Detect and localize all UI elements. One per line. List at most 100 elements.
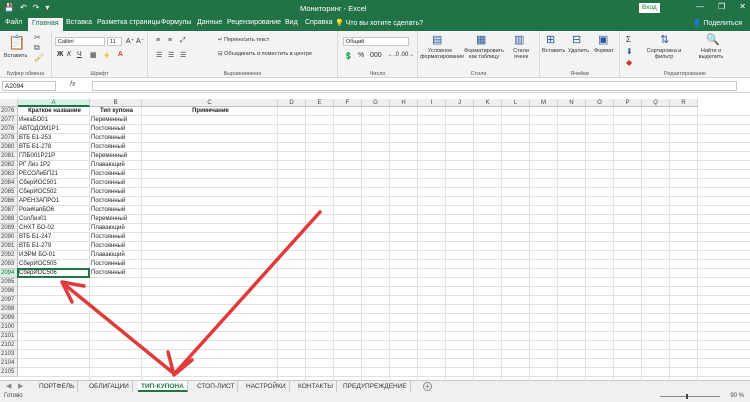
name-box[interactable]: A2094 bbox=[2, 81, 56, 91]
save-icon[interactable]: 💾 bbox=[4, 3, 14, 12]
row-header[interactable]: 2080 bbox=[0, 143, 18, 152]
align-center-icon[interactable]: ☰ bbox=[168, 51, 174, 59]
zoom-level[interactable]: 90 % bbox=[730, 393, 744, 399]
formula-input[interactable] bbox=[92, 81, 737, 91]
row-header[interactable]: 2092 bbox=[0, 251, 18, 260]
merge-center-button[interactable]: ⊟ Объединить и поместить в центре bbox=[218, 51, 312, 57]
restore-button[interactable]: ❐ bbox=[718, 2, 725, 11]
cell-short-name[interactable]: РозиКапБО6 bbox=[18, 206, 90, 215]
next-sheet-icon[interactable]: ▶ bbox=[18, 382, 23, 390]
row-header[interactable]: 2082 bbox=[0, 161, 18, 170]
cell-coupon-type[interactable]: Переменный bbox=[90, 152, 142, 161]
customize-icon[interactable]: ▾ bbox=[45, 3, 49, 12]
column-header-j[interactable]: J bbox=[446, 99, 474, 107]
align-middle-icon[interactable]: ≡ bbox=[168, 37, 172, 44]
cell-short-name[interactable]: РГ Лиз 1Р2 bbox=[18, 161, 90, 170]
row-header[interactable]: 2091 bbox=[0, 242, 18, 251]
row-header[interactable]: 2086 bbox=[0, 197, 18, 206]
redo-icon[interactable]: ↷ bbox=[33, 3, 40, 12]
row-header[interactable]: 2103 bbox=[0, 350, 18, 359]
cell-coupon-type[interactable]: Постоянный bbox=[90, 134, 142, 143]
zoom-slider[interactable] bbox=[660, 396, 720, 397]
find-select-button[interactable]: Найти и выделить bbox=[694, 48, 728, 60]
wrap-text-button[interactable]: ↵ Переносить текст bbox=[218, 37, 269, 43]
column-header-f[interactable]: F bbox=[334, 99, 362, 107]
tab-insert[interactable]: Вставка bbox=[66, 19, 92, 26]
row-header[interactable]: 2083 bbox=[0, 170, 18, 179]
cell-short-name[interactable]: ВТБ Б1-253 bbox=[18, 134, 90, 143]
fill-color-icon[interactable]: ◈ bbox=[104, 51, 109, 59]
sort-filter-icon[interactable]: ⇅ bbox=[660, 33, 669, 46]
increase-decimal-icon[interactable]: ←.0 bbox=[388, 52, 399, 58]
row-header[interactable]: 2102 bbox=[0, 341, 18, 350]
font-name-select[interactable]: Calibri bbox=[55, 37, 105, 46]
shrink-font-icon[interactable]: A⁻ bbox=[136, 37, 144, 45]
cell-short-name[interactable]: ГПБ001Р21Р bbox=[18, 152, 90, 161]
sort-filter-button[interactable]: Сортировка и фильтр bbox=[642, 48, 686, 60]
number-format-select[interactable]: Общий bbox=[343, 37, 409, 46]
close-button[interactable]: ✕ bbox=[739, 2, 746, 11]
cell-coupon-type[interactable]: Постоянный bbox=[90, 188, 142, 197]
cell-short-name[interactable]: РЕСОЛиБП21 bbox=[18, 170, 90, 179]
sheet-tab-coupon-type[interactable]: ТИП-КУПОНА bbox=[138, 381, 188, 392]
cell-coupon-type[interactable]: Постоянный bbox=[90, 125, 142, 134]
cell-coupon-type[interactable]: Плавающий bbox=[90, 251, 142, 260]
row-header[interactable]: 2098 bbox=[0, 305, 18, 314]
zoom-slider-knob[interactable] bbox=[686, 394, 688, 399]
italic-button[interactable]: К bbox=[67, 51, 71, 58]
insert-cells-icon[interactable]: ⊞ bbox=[546, 33, 555, 46]
row-header[interactable]: 2095 bbox=[0, 278, 18, 287]
cell-short-name[interactable]: ВТБ Б1-279 bbox=[18, 242, 90, 251]
sheet-tab-settings[interactable]: НАСТРОЙКИ bbox=[243, 381, 290, 392]
row-header[interactable]: 2081 bbox=[0, 152, 18, 161]
cell-coupon-type[interactable]: Постоянный bbox=[90, 269, 142, 278]
sheet-tab-stop-list[interactable]: СТОП-ЛИСТ bbox=[194, 381, 239, 392]
font-size-select[interactable]: 11 bbox=[107, 37, 122, 46]
row-header[interactable]: 2087 bbox=[0, 206, 18, 215]
column-header-e[interactable]: E bbox=[306, 99, 334, 107]
cell-coupon-type[interactable]: Переменный bbox=[90, 215, 142, 224]
column-header-a[interactable]: A bbox=[18, 99, 90, 107]
cell-short-name[interactable]: СолЛиз01 bbox=[18, 215, 90, 224]
tab-view[interactable]: Вид bbox=[285, 19, 298, 26]
tab-page-layout[interactable]: Разметка страницы bbox=[97, 19, 161, 26]
copy-icon[interactable]: ⧉ bbox=[34, 43, 40, 53]
tell-me-search[interactable]: 💡 Что вы хотите сделать? bbox=[335, 19, 423, 27]
paste-button[interactable]: Вставить bbox=[4, 53, 27, 59]
cut-icon[interactable]: ✂ bbox=[34, 33, 41, 42]
cell-coupon-type[interactable]: Постоянный bbox=[90, 179, 142, 188]
bold-button[interactable]: Ж bbox=[57, 51, 63, 58]
column-header-n[interactable]: N bbox=[558, 99, 586, 107]
cell-short-name[interactable]: ВТБ Б1-278 bbox=[18, 143, 90, 152]
tab-formulas[interactable]: Формулы bbox=[161, 19, 191, 26]
cell-coupon-type[interactable]: Постоянный bbox=[90, 143, 142, 152]
column-header-o[interactable]: O bbox=[586, 99, 614, 107]
conditional-formatting-button[interactable]: Условное форматирование bbox=[420, 48, 464, 60]
comma-style-icon[interactable]: 000 bbox=[370, 52, 382, 59]
paste-icon[interactable]: 📋 bbox=[8, 34, 25, 51]
column-header-m[interactable]: M bbox=[530, 99, 558, 107]
cell-short-name[interactable]: ВТБ Б1-247 bbox=[18, 233, 90, 242]
cell-coupon-type[interactable]: Постоянный bbox=[90, 260, 142, 269]
cell-short-name[interactable]: СберИОС501 bbox=[18, 179, 90, 188]
tab-file[interactable]: Файл bbox=[5, 19, 22, 26]
row-header[interactable]: 2079 bbox=[0, 134, 18, 143]
row-header[interactable]: 2085 bbox=[0, 188, 18, 197]
minimize-button[interactable]: — bbox=[696, 2, 704, 11]
column-header-p[interactable]: P bbox=[614, 99, 642, 107]
row-header[interactable]: 2088 bbox=[0, 215, 18, 224]
format-as-table-icon[interactable]: ▦ bbox=[476, 33, 486, 46]
row-header[interactable]: 2097 bbox=[0, 296, 18, 305]
fx-icon[interactable]: fx bbox=[70, 81, 75, 88]
signin-button[interactable]: Вход bbox=[639, 3, 660, 13]
undo-icon[interactable]: ↶ bbox=[20, 3, 27, 12]
row-header[interactable]: 2076 bbox=[0, 107, 18, 116]
format-cells-button[interactable]: Формат bbox=[594, 48, 614, 54]
cell-short-name[interactable]: АРЕНЗАПРО1 bbox=[18, 197, 90, 206]
tab-data[interactable]: Данные bbox=[197, 19, 222, 26]
percent-icon[interactable]: % bbox=[358, 52, 364, 59]
column-header-b[interactable]: B bbox=[90, 99, 142, 107]
header-cell-coupon-type[interactable]: Тип купона bbox=[90, 107, 142, 116]
header-cell-note[interactable]: Примечание bbox=[142, 107, 278, 116]
cell-styles-button[interactable]: Стили ячеек bbox=[508, 48, 534, 60]
